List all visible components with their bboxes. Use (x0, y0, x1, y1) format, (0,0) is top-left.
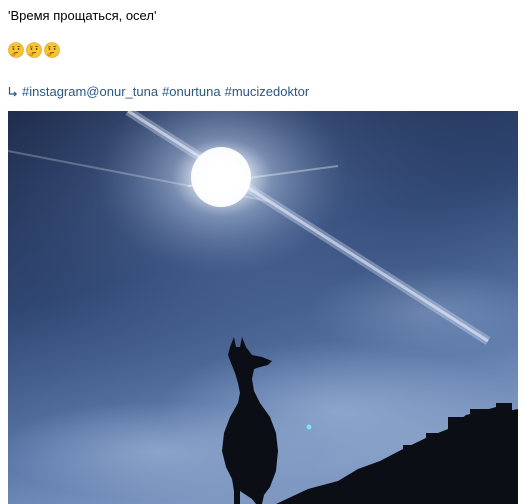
lens-flare-dot (306, 424, 312, 430)
wall-post: 'Время прощаться, осел' #instagram@onur_… (0, 0, 525, 504)
sun-core (205, 161, 237, 193)
thinking-face-emoji-icon (26, 42, 42, 58)
hashtag-link-mucizedoktor[interactable]: #mucizedoktor (225, 84, 310, 100)
emoji-row (8, 42, 60, 58)
thinking-face-emoji-icon (44, 42, 60, 58)
post-caption: 'Время прощаться, осел' (8, 8, 157, 23)
photo-canvas (8, 111, 518, 504)
reply-arrow-icon (8, 86, 18, 98)
hashtag-link-onurtuna[interactable]: #onurtuna (162, 84, 221, 100)
thinking-face-emoji-icon (8, 42, 24, 58)
hashtag-row: #instagram@onur_tuna #onurtuna #mucizedo… (8, 84, 309, 100)
hashtag-link-instagram[interactable]: #instagram@onur_tuna (22, 84, 158, 100)
post-photo[interactable] (8, 111, 518, 504)
